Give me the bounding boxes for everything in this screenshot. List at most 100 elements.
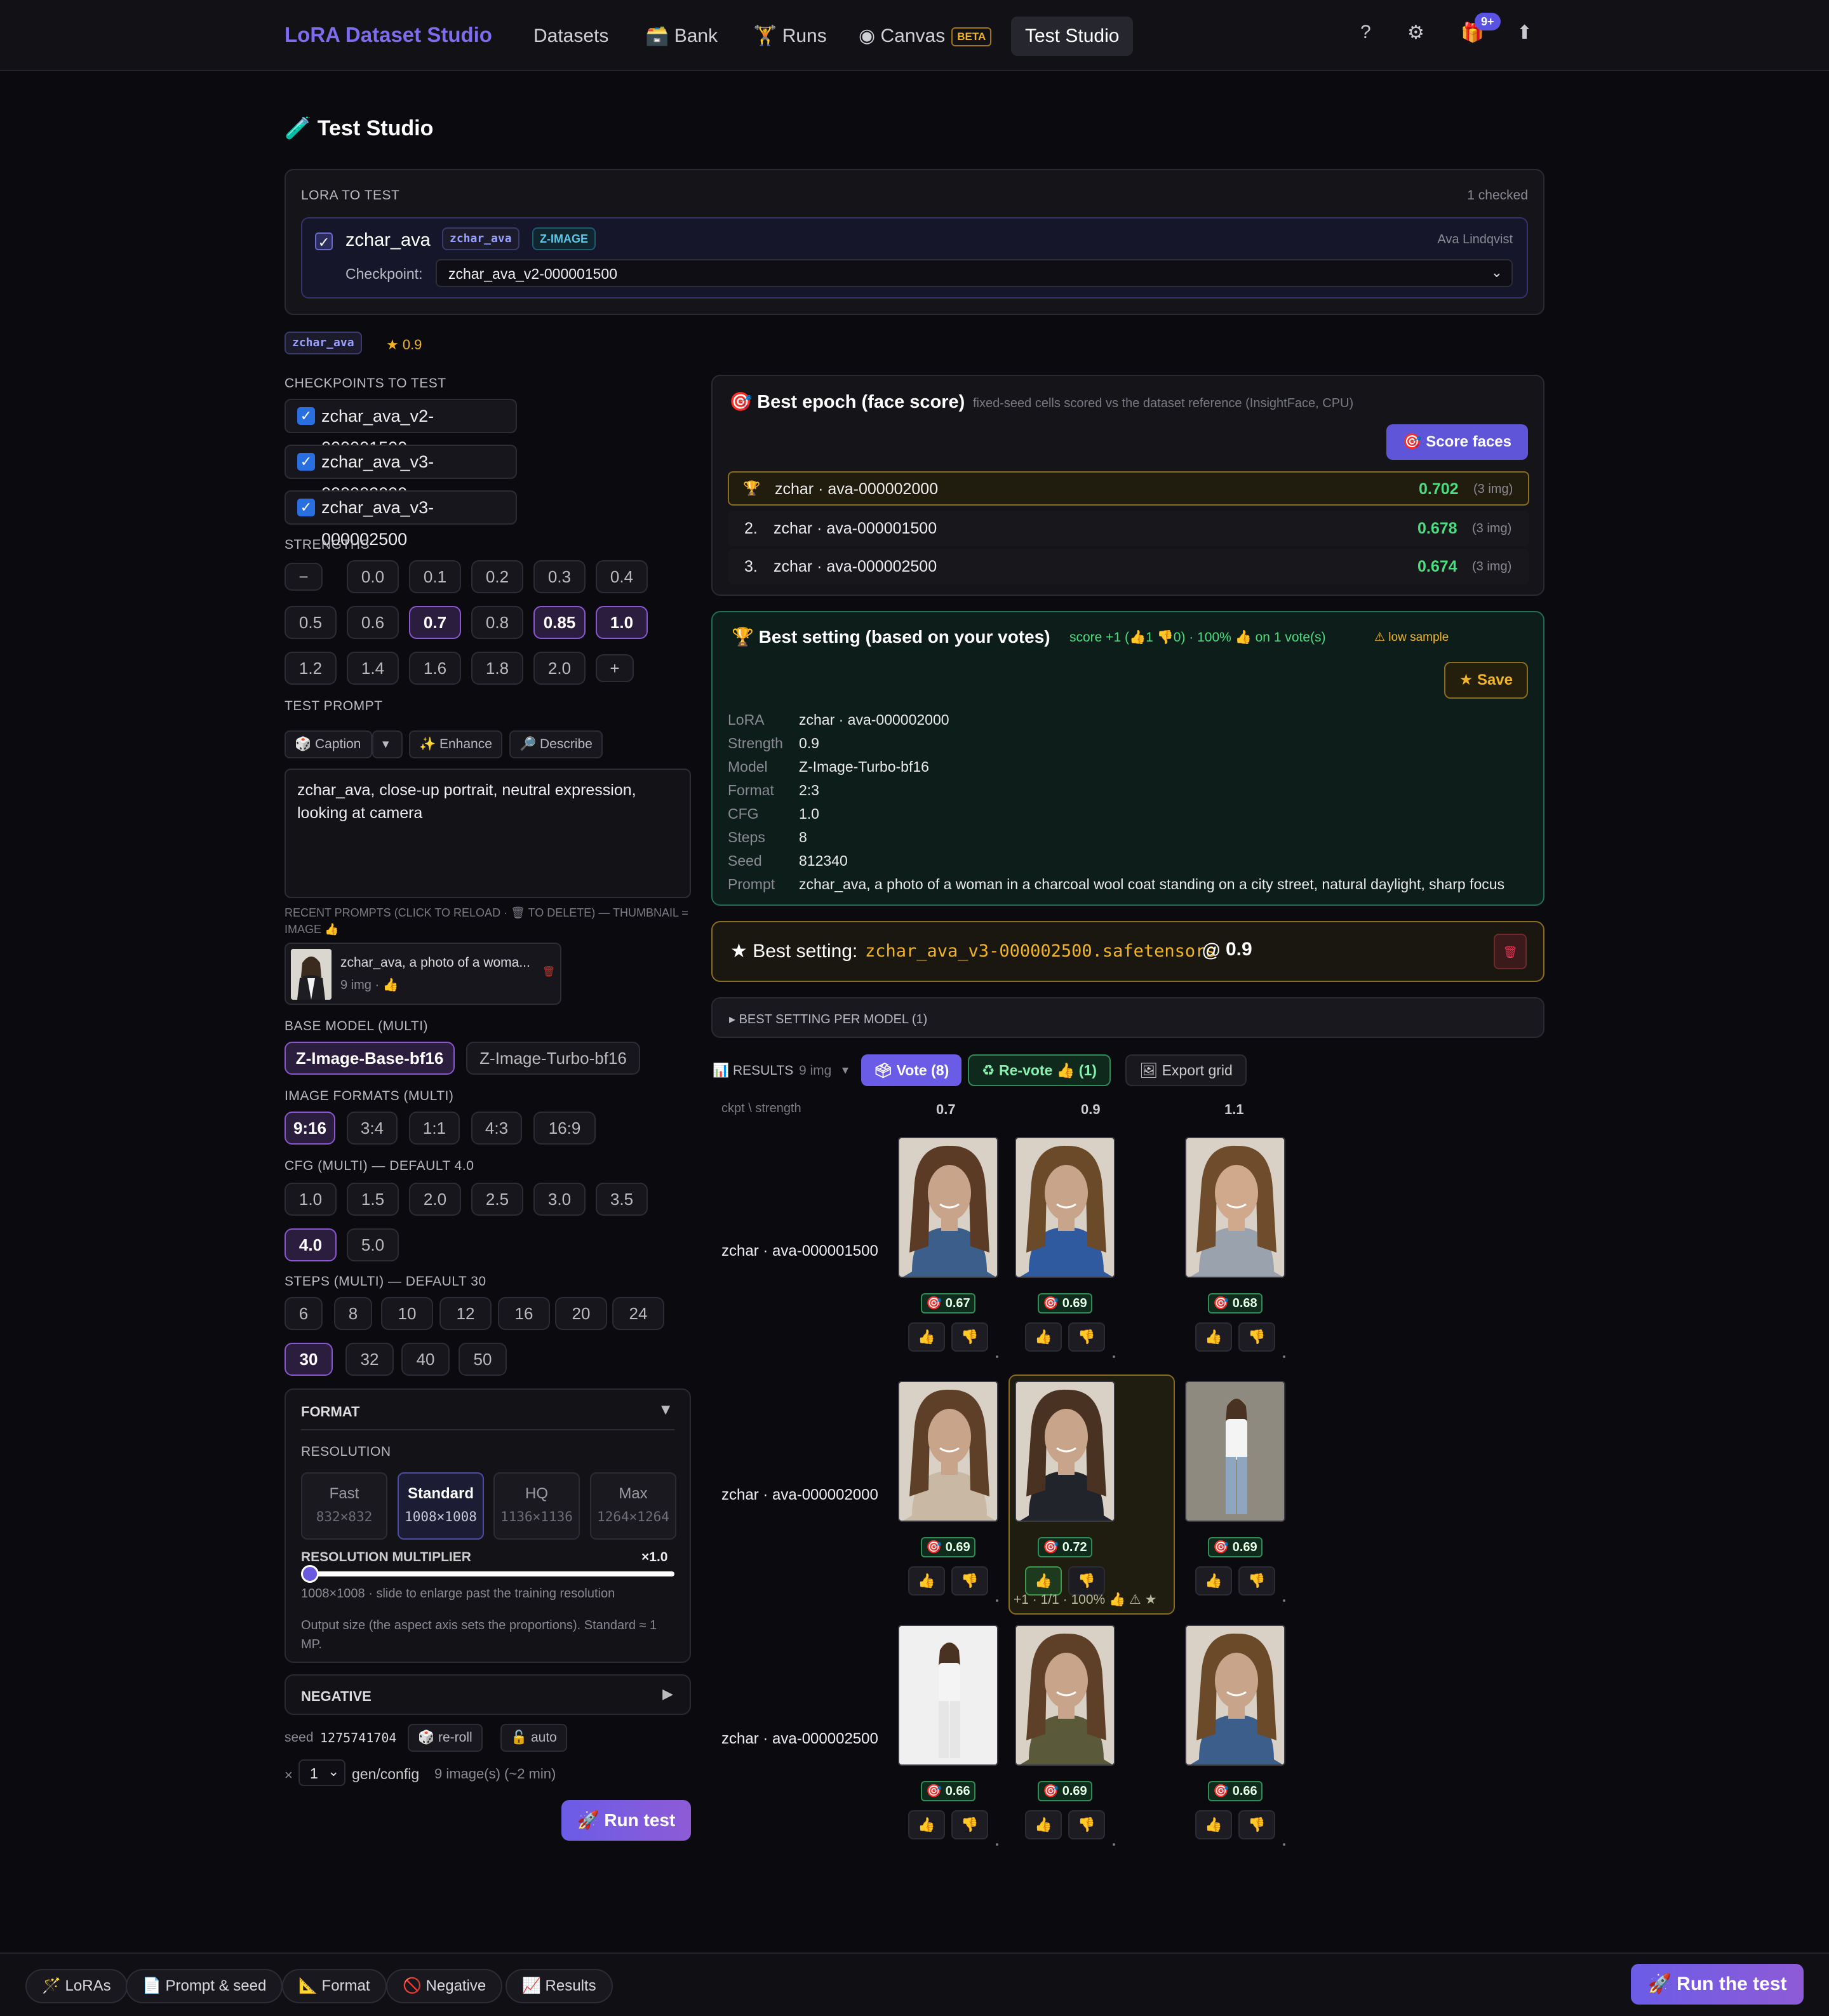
nav-bank[interactable]: 🗃️ Bank [631, 17, 732, 56]
cfg-chip[interactable]: 1.0 [285, 1183, 337, 1216]
result-image[interactable] [1185, 1137, 1285, 1278]
resolution-fast[interactable]: Fast 832×832 [301, 1472, 387, 1540]
format-chip[interactable]: 9:16 [285, 1112, 335, 1145]
settings-icon[interactable]: ⚙ [1407, 22, 1424, 44]
delete-icon[interactable]: 🗑 [1494, 934, 1527, 969]
strength-chip[interactable]: 0.5 [285, 606, 337, 639]
gen-count-select[interactable]: 1 ⌄ [298, 1759, 345, 1786]
strength-chip[interactable]: 2.0 [533, 652, 586, 685]
collapse-icon[interactable]: ▼ [658, 1401, 673, 1419]
thumbs-down-button[interactable]: 👎 [1068, 1322, 1105, 1352]
thumbs-down-button[interactable]: 👎 [1238, 1810, 1275, 1839]
vote-button[interactable]: 🗳 Vote (8) [861, 1054, 962, 1086]
format-panel-title[interactable]: FORMAT [301, 1404, 359, 1420]
save-button[interactable]: ★ Save [1444, 662, 1528, 699]
cfg-chip[interactable]: 2.0 [409, 1183, 461, 1216]
steps-chip[interactable]: 24 [612, 1297, 664, 1330]
steps-chip[interactable]: 30 [285, 1343, 333, 1376]
result-image[interactable] [1015, 1137, 1115, 1278]
checkpoint-option[interactable]: ✓ zchar_ava_v3-000002500 [285, 490, 517, 549]
resolution-hq[interactable]: HQ 1136×1136 [493, 1472, 580, 1540]
upload-icon[interactable]: ⬆ [1517, 22, 1532, 44]
nav-canvas[interactable]: ◉ Canvas BETA [845, 17, 1005, 56]
checkpoint-select[interactable]: zchar_ava_v2-000001500 ⌄ [436, 259, 1513, 287]
strength-chip[interactable]: 1.8 [471, 652, 523, 685]
jump-prompt-seed[interactable]: 📄 Prompt & seed [126, 1969, 283, 2003]
caption-button[interactable]: 🎲 Caption [285, 730, 372, 758]
cfg-chip[interactable]: 4.0 [285, 1228, 337, 1261]
thumbs-up-button[interactable]: 👍 [908, 1566, 945, 1596]
steps-chip[interactable]: 10 [381, 1297, 433, 1330]
base-model-option[interactable]: Z-Image-Turbo-bf16 [466, 1042, 640, 1075]
export-grid-button[interactable]: 🖼 Export grid [1125, 1054, 1247, 1086]
strength-chip[interactable]: 0.3 [533, 560, 586, 593]
strength-chip[interactable]: 1.0 [596, 606, 648, 639]
thumbs-up-button[interactable]: 👍 [1195, 1566, 1232, 1596]
steps-chip[interactable]: 12 [439, 1297, 492, 1330]
thumbs-down-button[interactable]: 👎 [1238, 1322, 1275, 1352]
strength-chip[interactable]: 0.7 [409, 606, 461, 639]
strength-chip[interactable]: 1.4 [347, 652, 399, 685]
format-chip[interactable]: 4:3 [471, 1112, 522, 1145]
steps-chip[interactable]: 50 [459, 1343, 507, 1376]
nav-runs[interactable]: 🏋 Runs [739, 17, 841, 56]
thumbs-down-button[interactable]: 👎 [1238, 1566, 1275, 1596]
multiplier-slider-track[interactable] [301, 1571, 674, 1576]
format-chip[interactable]: 3:4 [347, 1112, 398, 1145]
steps-chip[interactable]: 20 [555, 1297, 607, 1330]
steps-chip[interactable]: 32 [345, 1343, 394, 1376]
run-the-test-button[interactable]: 🚀 Run the test [1631, 1964, 1804, 2005]
steps-chip[interactable]: 6 [285, 1297, 323, 1330]
jump-results[interactable]: 📈 Results [506, 1969, 613, 2003]
brand-logo[interactable]: LoRA Dataset Studio [285, 23, 492, 47]
results-caret[interactable]: ▾ [842, 1062, 848, 1078]
nav-datasets[interactable]: Datasets [519, 17, 622, 56]
prompt-textarea[interactable]: zchar_ava, close-up portrait, neutral ex… [285, 769, 691, 898]
result-image[interactable] [898, 1381, 998, 1522]
help-icon[interactable]: ? [1360, 22, 1371, 43]
strength-chip[interactable]: 1.2 [285, 652, 337, 685]
thumbs-up-button[interactable]: 👍 [1195, 1810, 1232, 1839]
thumbs-up-button[interactable]: 👍 [1025, 1322, 1062, 1352]
resolution-standard[interactable]: Standard 1008×1008 [398, 1472, 484, 1540]
multiplier-slider-handle[interactable] [301, 1565, 319, 1583]
resolution-max[interactable]: Max 1264×1264 [590, 1472, 676, 1540]
lora-card[interactable]: ✓ zchar_ava zchar_ava Z-IMAGE Ava Lindqv… [301, 217, 1528, 299]
cfg-chip[interactable]: 2.5 [471, 1183, 523, 1216]
describe-button[interactable]: 🔎 Describe [509, 730, 603, 758]
delete-icon[interactable]: 🗑 [542, 965, 555, 978]
steps-chip[interactable]: 8 [334, 1297, 372, 1330]
format-chip[interactable]: 1:1 [409, 1112, 460, 1145]
result-image[interactable] [1185, 1625, 1285, 1766]
lora-checkbox[interactable]: ✓ [315, 232, 333, 250]
result-image[interactable] [898, 1137, 998, 1278]
checkpoint-option[interactable]: ✓zchar_ava_v2-000001500 [285, 399, 517, 457]
reroll-button[interactable]: 🎲 re-roll [408, 1724, 483, 1752]
strength-chip[interactable]: + [596, 654, 634, 682]
thumbs-down-button[interactable]: 👎 [951, 1566, 988, 1596]
nav-test-studio[interactable]: Test Studio [1011, 17, 1134, 56]
negative-panel[interactable]: NEGATIVE ▶ [285, 1674, 691, 1715]
cfg-chip[interactable]: 3.5 [596, 1183, 648, 1216]
result-image[interactable] [898, 1625, 998, 1766]
recent-prompt-item[interactable]: zchar_ava, a photo of a woma... 9 img · … [285, 943, 561, 1005]
epoch-row[interactable]: 2. zchar · ava-000001500 0.678 (3 img) [728, 511, 1529, 546]
result-image[interactable] [1015, 1381, 1115, 1522]
strength-chip[interactable]: 0.8 [471, 606, 523, 639]
jump-format[interactable]: 📐 Format [282, 1969, 387, 2003]
steps-chip[interactable]: 40 [401, 1343, 450, 1376]
trigger-tag[interactable]: zchar_ava [285, 332, 362, 354]
auto-seed-button[interactable]: 🔓 auto [500, 1724, 567, 1752]
strength-chip[interactable]: 0.4 [596, 560, 648, 593]
thumbs-up-button[interactable]: 👍 [908, 1322, 945, 1352]
cfg-chip[interactable]: 5.0 [347, 1228, 399, 1261]
result-image[interactable] [1015, 1625, 1115, 1766]
jump-loras[interactable]: 🪄 LoRAs [25, 1969, 128, 2003]
strength-chip[interactable]: 0.2 [471, 560, 523, 593]
caption-dropdown[interactable]: ▾ [372, 730, 403, 758]
result-image[interactable] [1185, 1381, 1285, 1522]
checkpoint-option[interactable]: ✓zchar_ava_v3-000002000 [285, 445, 517, 503]
epoch-row[interactable]: 3. zchar · ava-000002500 0.674 (3 img) [728, 549, 1529, 584]
run-test-button[interactable]: 🚀 Run test [561, 1800, 691, 1841]
score-faces-button[interactable]: 🎯 Score faces [1386, 424, 1528, 460]
